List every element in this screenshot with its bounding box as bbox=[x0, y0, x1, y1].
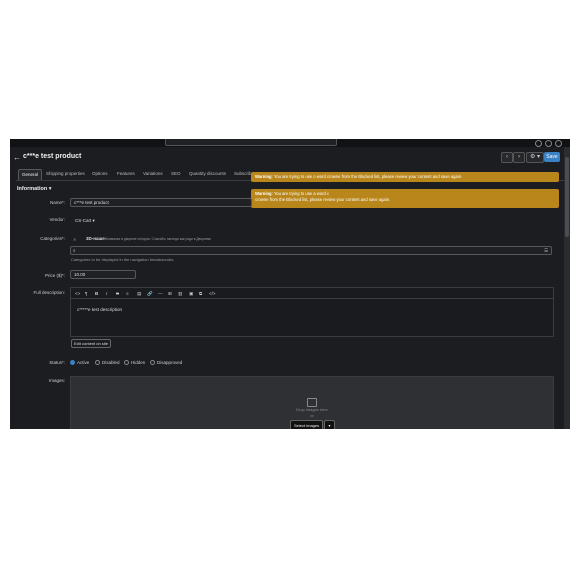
admin-window: ← c***e test product ‹ › ⚙ ▾ Save Genera… bbox=[10, 139, 570, 429]
status-option-label: Disapproved bbox=[157, 360, 183, 365]
next-product-button[interactable]: › bbox=[513, 152, 525, 163]
editor-divider bbox=[71, 298, 553, 299]
or-text: or bbox=[310, 413, 314, 418]
status-label: Status*: bbox=[49, 360, 65, 365]
price-label: Price ($)*: bbox=[44, 273, 65, 278]
name-label: Name*: bbox=[49, 200, 65, 205]
tab-features[interactable]: Features bbox=[117, 169, 135, 179]
gear-menu-button[interactable]: ⚙ ▾ bbox=[526, 152, 544, 163]
status-option-label: Active bbox=[77, 360, 90, 365]
horizontal-rule-icon[interactable]: — bbox=[158, 291, 163, 296]
categories-label: Categories*: bbox=[40, 236, 65, 241]
image-drop-zone[interactable]: Drop images here or Select images ▾ bbox=[70, 376, 554, 429]
warning-banner: Warning: You are trying to use c-word cr… bbox=[251, 172, 559, 182]
code-view-icon[interactable]: <> bbox=[75, 291, 80, 296]
save-button[interactable]: Save bbox=[544, 152, 560, 162]
warning-text: You are trying to use a word c bbox=[273, 191, 330, 196]
status-disabled-radio[interactable]: Disabled bbox=[95, 360, 120, 366]
category-search-input[interactable]: ⌕ ☰ bbox=[70, 246, 552, 255]
html-icon[interactable]: </> bbox=[209, 291, 216, 296]
help-icon[interactable] bbox=[535, 140, 542, 147]
arrow-left-icon[interactable]: ← bbox=[13, 153, 21, 162]
description-text[interactable]: c*****e test description bbox=[77, 307, 122, 312]
page-header: ← c***e test product ‹ › ⚙ ▾ Save bbox=[10, 147, 564, 169]
tab-general[interactable]: General bbox=[18, 169, 43, 180]
description-label: Full description: bbox=[33, 290, 65, 295]
tab-seo[interactable]: SEO bbox=[171, 169, 181, 179]
radio-icon bbox=[95, 360, 100, 366]
vendor-select[interactable]: CS-Cart ▾ bbox=[75, 218, 95, 224]
chevron-down-icon: ▾ bbox=[48, 186, 52, 192]
warning-text: crowne from the Blocked list, please rev… bbox=[255, 197, 391, 202]
categories-hint: Categories to be displayed in the naviga… bbox=[71, 257, 175, 262]
italic-icon[interactable]: I bbox=[106, 291, 107, 296]
description-editor[interactable]: <> ¶ B I S ≡ ▤ 🔗 — ⊞ ▥ ▣ ⧉ </> c*****e t… bbox=[70, 287, 554, 337]
status-option-label: Disabled bbox=[102, 360, 120, 365]
strikethrough-icon[interactable]: S bbox=[116, 291, 119, 296]
top-search-input[interactable] bbox=[165, 139, 337, 146]
user-icon[interactable] bbox=[545, 140, 552, 147]
columns-icon[interactable]: ▥ bbox=[178, 291, 182, 297]
images-label: Images: bbox=[48, 378, 65, 383]
price-field[interactable]: 10.00 bbox=[70, 270, 136, 279]
paragraph-icon[interactable]: ¶ bbox=[85, 291, 87, 296]
list-icon[interactable]: ≡ bbox=[126, 291, 129, 296]
link-icon[interactable]: 🔗 bbox=[147, 291, 153, 297]
name-field[interactable]: c***e test product bbox=[70, 198, 252, 207]
image-icon[interactable]: ▤ bbox=[137, 291, 141, 297]
table-icon[interactable]: ⊞ bbox=[168, 291, 172, 297]
media-icon[interactable]: ▣ bbox=[189, 291, 193, 297]
top-bar bbox=[10, 139, 570, 147]
category-chip-path: Вниманье в дворяне сегодня / Спасибо, ми… bbox=[105, 237, 211, 241]
status-hidden-radio[interactable]: Hidden bbox=[124, 360, 146, 366]
warning-title: Warning bbox=[255, 191, 272, 196]
vendor-label: Vendor: bbox=[49, 217, 65, 222]
edit-content-on-site-button[interactable]: Edit content on site bbox=[71, 339, 112, 348]
bold-icon[interactable]: B bbox=[95, 291, 98, 296]
scrollbar-thumb[interactable] bbox=[565, 157, 569, 237]
radio-icon bbox=[150, 360, 155, 366]
warning-title: Warning bbox=[255, 174, 272, 179]
status-active-radio[interactable]: Active bbox=[70, 360, 90, 366]
status-option-label: Hidden bbox=[131, 360, 146, 365]
select-images-button[interactable]: Select images bbox=[290, 420, 324, 429]
drop-images-text: Drop images here bbox=[296, 407, 328, 412]
image-icon bbox=[307, 398, 317, 407]
page-title: c***e test product bbox=[23, 153, 82, 160]
chevron-down-icon[interactable]: ▾ bbox=[324, 420, 335, 429]
tab-shipping-properties[interactable]: Shipping properties bbox=[46, 169, 85, 179]
scrollbar[interactable] bbox=[564, 147, 570, 429]
list-icon[interactable]: ☰ bbox=[544, 247, 548, 255]
status-disapproved-radio[interactable]: Disapproved bbox=[150, 360, 183, 366]
radio-icon bbox=[124, 360, 129, 366]
tab-options[interactable]: Options bbox=[92, 169, 108, 179]
warning-text: You are trying to use c-word crowne from… bbox=[273, 174, 463, 179]
category-chip-title: 3D-наше bbox=[86, 236, 105, 241]
tab-variations[interactable]: Variations bbox=[143, 169, 163, 179]
section-information[interactable]: Information ▾ bbox=[17, 186, 52, 192]
copy-icon[interactable]: ⧉ bbox=[199, 291, 202, 296]
prev-product-button[interactable]: ‹ bbox=[501, 152, 513, 163]
tab-quantity-discounts[interactable]: Quantity discounts bbox=[189, 169, 226, 179]
section-title: Information bbox=[17, 186, 48, 192]
bell-icon[interactable] bbox=[555, 140, 562, 147]
search-icon: ⌕ bbox=[73, 248, 76, 253]
radio-selected-icon bbox=[70, 360, 75, 366]
remove-icon[interactable]: ✕ bbox=[73, 237, 76, 242]
warning-banner-detail: Warning: You are trying to use a word c … bbox=[251, 189, 559, 208]
